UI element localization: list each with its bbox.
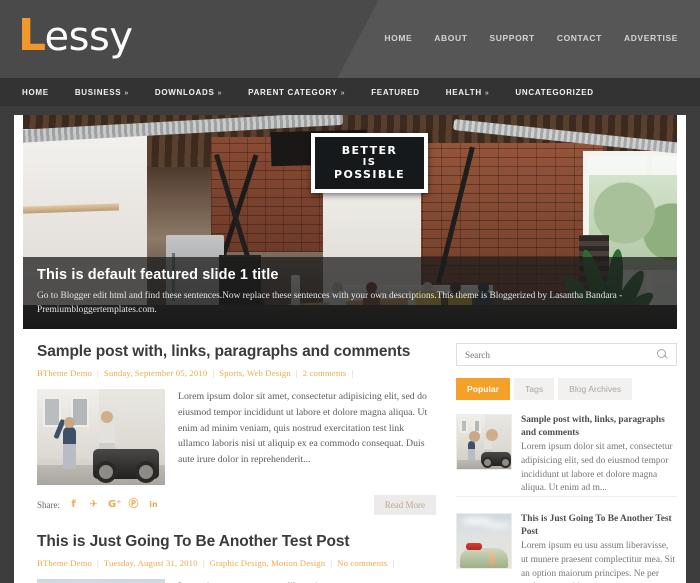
nav-item-parent-category[interactable]: PARENT CATEGORY» [248, 88, 345, 97]
meta-separator: | [351, 367, 354, 378]
meta-separator: | [96, 557, 99, 568]
post-item: This is Just Going To Be Another Test Po… [37, 533, 436, 583]
post-title[interactable]: This is Just Going To Be Another Test Po… [37, 533, 436, 551]
search-input[interactable] [464, 349, 657, 360]
read-more-button[interactable]: Read More [373, 494, 436, 515]
nav-item-featured-label: FEATURED [371, 87, 420, 97]
post-meta: BTheme Demo | Tuesday, August 31, 2010 | Gra… [37, 558, 436, 568]
content-wrapper: BETTER IS POSSIBLE This is default featu… [14, 115, 686, 583]
linkedin-icon[interactable]: in [148, 499, 159, 510]
top-nav-item-about[interactable]: ABOUT [434, 33, 467, 43]
nav-item-business[interactable]: BUSINESS» [75, 88, 129, 97]
sidebar: Popular Tags Blog Archives [450, 329, 677, 583]
meta-separator: | [295, 367, 298, 378]
popular-post-snippet: Lorem ipsum dolor sit amet, consectetur … [520, 442, 673, 494]
share-row: Share: f ✈ G⁺ Ⓟ in Read More [37, 494, 436, 515]
nav-item-home[interactable]: HOME [22, 88, 49, 97]
top-navigation: HOME ABOUT SUPPORT CONTACT ADVERTISE [384, 33, 678, 45]
site-logo[interactable]: Lessy [18, 14, 133, 64]
tab-tags[interactable]: Tags [513, 378, 555, 400]
share-icons: f ✈ G⁺ Ⓟ in [68, 499, 159, 510]
post-comments[interactable]: No comments [337, 558, 387, 568]
nav-item-business-label: BUSINESS [74, 87, 122, 97]
featured-slider[interactable]: BETTER IS POSSIBLE This is default featu… [23, 115, 677, 329]
meta-separator: | [212, 367, 215, 378]
sign-line-3: POSSIBLE [334, 168, 405, 182]
logo-first-letter: L [18, 10, 46, 61]
site-header: Lessy HOME ABOUT SUPPORT CONTACT ADVERTI… [0, 0, 700, 78]
sidebar-tabs: Popular Tags Blog Archives [455, 378, 677, 400]
post-excerpt: Lorem ipsum dolor sit amet, consectetur … [178, 390, 428, 466]
better-is-possible-sign: BETTER IS POSSIBLE [311, 133, 428, 193]
sign-line-1: BETTER [341, 144, 398, 158]
post-categories[interactable]: Graphic Design, Motion Design [209, 558, 325, 568]
slide-caption: This is default featured slide 1 title G… [23, 256, 677, 329]
slide-description: Go to Blogger edit html and find these s… [37, 290, 623, 315]
top-nav-item-advertise[interactable]: ADVERTISE [624, 33, 678, 43]
nav-item-parent-category-label: PARENT CATEGORY [248, 87, 338, 97]
popular-post-snippet: Lorem ipsum eu usu assum liberavisse, ut… [520, 541, 676, 583]
post-date: Sunday, September 05, 2010 [103, 367, 208, 378]
popular-post-item[interactable]: Sample post with, links, paragraphs and … [455, 414, 677, 496]
logo-rest-text: essy [44, 14, 133, 60]
search-icon[interactable] [657, 349, 668, 360]
post-author[interactable]: BTheme Demo [37, 368, 92, 378]
top-nav-item-contact[interactable]: CONTACT [557, 33, 602, 43]
nav-item-health-label: HEALTH [445, 87, 482, 97]
meta-separator: | [330, 557, 333, 568]
popular-post-wrapper: This is Just Going To Be Another Test Po… [455, 495, 677, 583]
post-date: Tuesday, August 31, 2010 [103, 557, 198, 568]
post-meta: BTheme Demo | Sunday, September 05, 2010 | S… [37, 368, 436, 378]
main-column: Sample post with, links, paragraphs and … [23, 329, 450, 583]
popular-post-wrapper: Sample post with, links, paragraphs and … [455, 414, 677, 496]
main-navigation: HOME BUSINESS» DOWNLOADS» PARENT CATEGOR… [0, 78, 700, 106]
chevron-right-icon: » [340, 89, 346, 97]
nav-item-uncategorized[interactable]: UNCATEGORIZED [515, 88, 593, 97]
nav-item-downloads[interactable]: DOWNLOADS» [155, 88, 222, 97]
nav-item-home-label: HOME [22, 87, 49, 97]
post-author[interactable]: BTheme Demo [37, 558, 92, 568]
chevron-right-icon: » [484, 89, 490, 97]
post-title[interactable]: Sample post with, links, paragraphs and … [37, 343, 436, 361]
chevron-right-icon: » [217, 89, 223, 97]
facebook-icon[interactable]: f [68, 499, 79, 510]
slide-title: This is default featured slide 1 title [37, 266, 279, 283]
page-root: Lessy HOME ABOUT SUPPORT CONTACT ADVERTI… [0, 0, 700, 583]
top-nav-item-home[interactable]: HOME [384, 33, 412, 43]
share-label: Share: [37, 499, 60, 510]
meta-separator: | [202, 557, 205, 568]
popular-post-thumbnail[interactable] [455, 414, 512, 470]
sign-line-2: IS [362, 156, 377, 168]
nav-item-downloads-label: DOWNLOADS [154, 87, 215, 97]
top-nav-item-support[interactable]: SUPPORT [490, 33, 535, 43]
twitter-icon[interactable]: ✈ [88, 499, 99, 510]
post-thumbnail[interactable] [37, 578, 165, 583]
meta-separator: | [96, 367, 99, 378]
post-comments[interactable]: 2 comments [303, 368, 347, 378]
nav-item-health[interactable]: HEALTH» [446, 88, 490, 97]
meta-separator: | [392, 557, 395, 568]
nav-item-uncategorized-label: UNCATEGORIZED [515, 87, 594, 97]
popular-post-thumbnail[interactable] [455, 512, 512, 569]
popular-post-title[interactable]: Sample post with, links, paragraphs and … [521, 414, 677, 439]
chevron-right-icon: » [124, 89, 129, 97]
popular-post-item[interactable]: This is Just Going To Be Another Test Po… [455, 512, 677, 583]
columns-container: Sample post with, links, paragraphs and … [14, 329, 686, 583]
search-box[interactable] [455, 343, 677, 366]
post-thumbnail[interactable] [37, 388, 165, 485]
pinterest-icon[interactable]: Ⓟ [128, 499, 139, 510]
post-item: Sample post with, links, paragraphs and … [37, 343, 436, 519]
tab-blog-archives[interactable]: Blog Archives [558, 378, 633, 400]
popular-post-title[interactable]: This is Just Going To Be Another Test Po… [521, 513, 677, 538]
tab-popular[interactable]: Popular [455, 378, 510, 400]
googleplus-icon[interactable]: G⁺ [108, 499, 122, 510]
post-categories[interactable]: Sports, Web Design [219, 368, 291, 378]
post-excerpt: Lorem ipsum eu usu assum liberavisse, ut… [178, 579, 436, 583]
nav-item-featured[interactable]: FEATURED [371, 88, 420, 97]
